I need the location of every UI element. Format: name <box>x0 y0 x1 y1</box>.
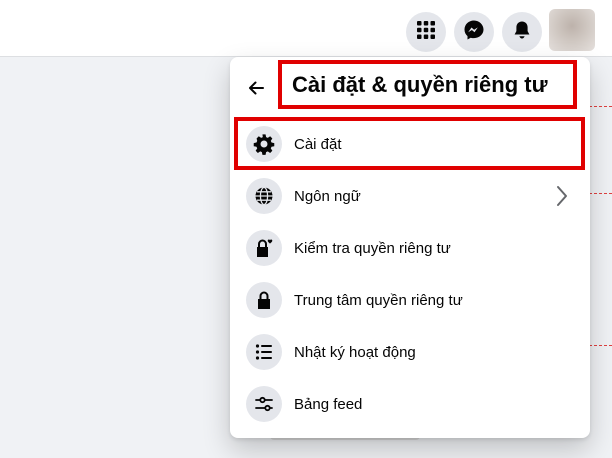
notifications-button[interactable] <box>502 12 542 52</box>
gear-icon <box>246 126 282 162</box>
list-icon <box>246 334 282 370</box>
grid-icon <box>416 20 436 45</box>
menu-item-label: Ngôn ngữ <box>294 187 361 205</box>
menu-item-feed-preferences[interactable]: Bảng feed <box>238 378 582 430</box>
sliders-icon <box>246 386 282 422</box>
globe-icon <box>246 178 282 214</box>
menu-button[interactable] <box>406 12 446 52</box>
arrow-left-icon <box>246 78 266 103</box>
menu-title: Cài đặt & quyền riêng tư <box>278 60 577 109</box>
menu-item-privacy-checkup[interactable]: Kiểm tra quyền riêng tư <box>238 222 582 274</box>
menu-item-label: Bảng feed <box>294 395 363 413</box>
bell-icon <box>512 20 532 45</box>
menu-item-privacy-center[interactable]: Trung tâm quyền riêng tư <box>238 274 582 326</box>
back-button[interactable] <box>238 72 274 108</box>
lock-heart-icon <box>246 230 282 266</box>
menu-item-label: Kiểm tra quyền riêng tư <box>294 239 451 257</box>
menu-item-activity-log[interactable]: Nhật ký hoạt động <box>238 326 582 378</box>
lock-icon <box>246 282 282 318</box>
settings-privacy-menu: Cài đặt & quyền riêng tư Cài đặt Ngôn ng… <box>230 57 590 438</box>
top-navigation-bar <box>0 0 612 57</box>
menu-item-settings[interactable]: Cài đặt <box>238 118 582 170</box>
menu-item-label: Trung tâm quyền riêng tư <box>294 291 463 309</box>
menu-item-label: Nhật ký hoạt động <box>294 343 416 361</box>
messenger-button[interactable] <box>454 12 494 52</box>
messenger-icon <box>463 19 485 46</box>
profile-avatar[interactable] <box>549 9 595 51</box>
menu-item-language[interactable]: Ngôn ngữ <box>238 170 582 222</box>
chevron-right-icon <box>555 185 569 212</box>
menu-item-label: Cài đặt <box>294 135 342 153</box>
